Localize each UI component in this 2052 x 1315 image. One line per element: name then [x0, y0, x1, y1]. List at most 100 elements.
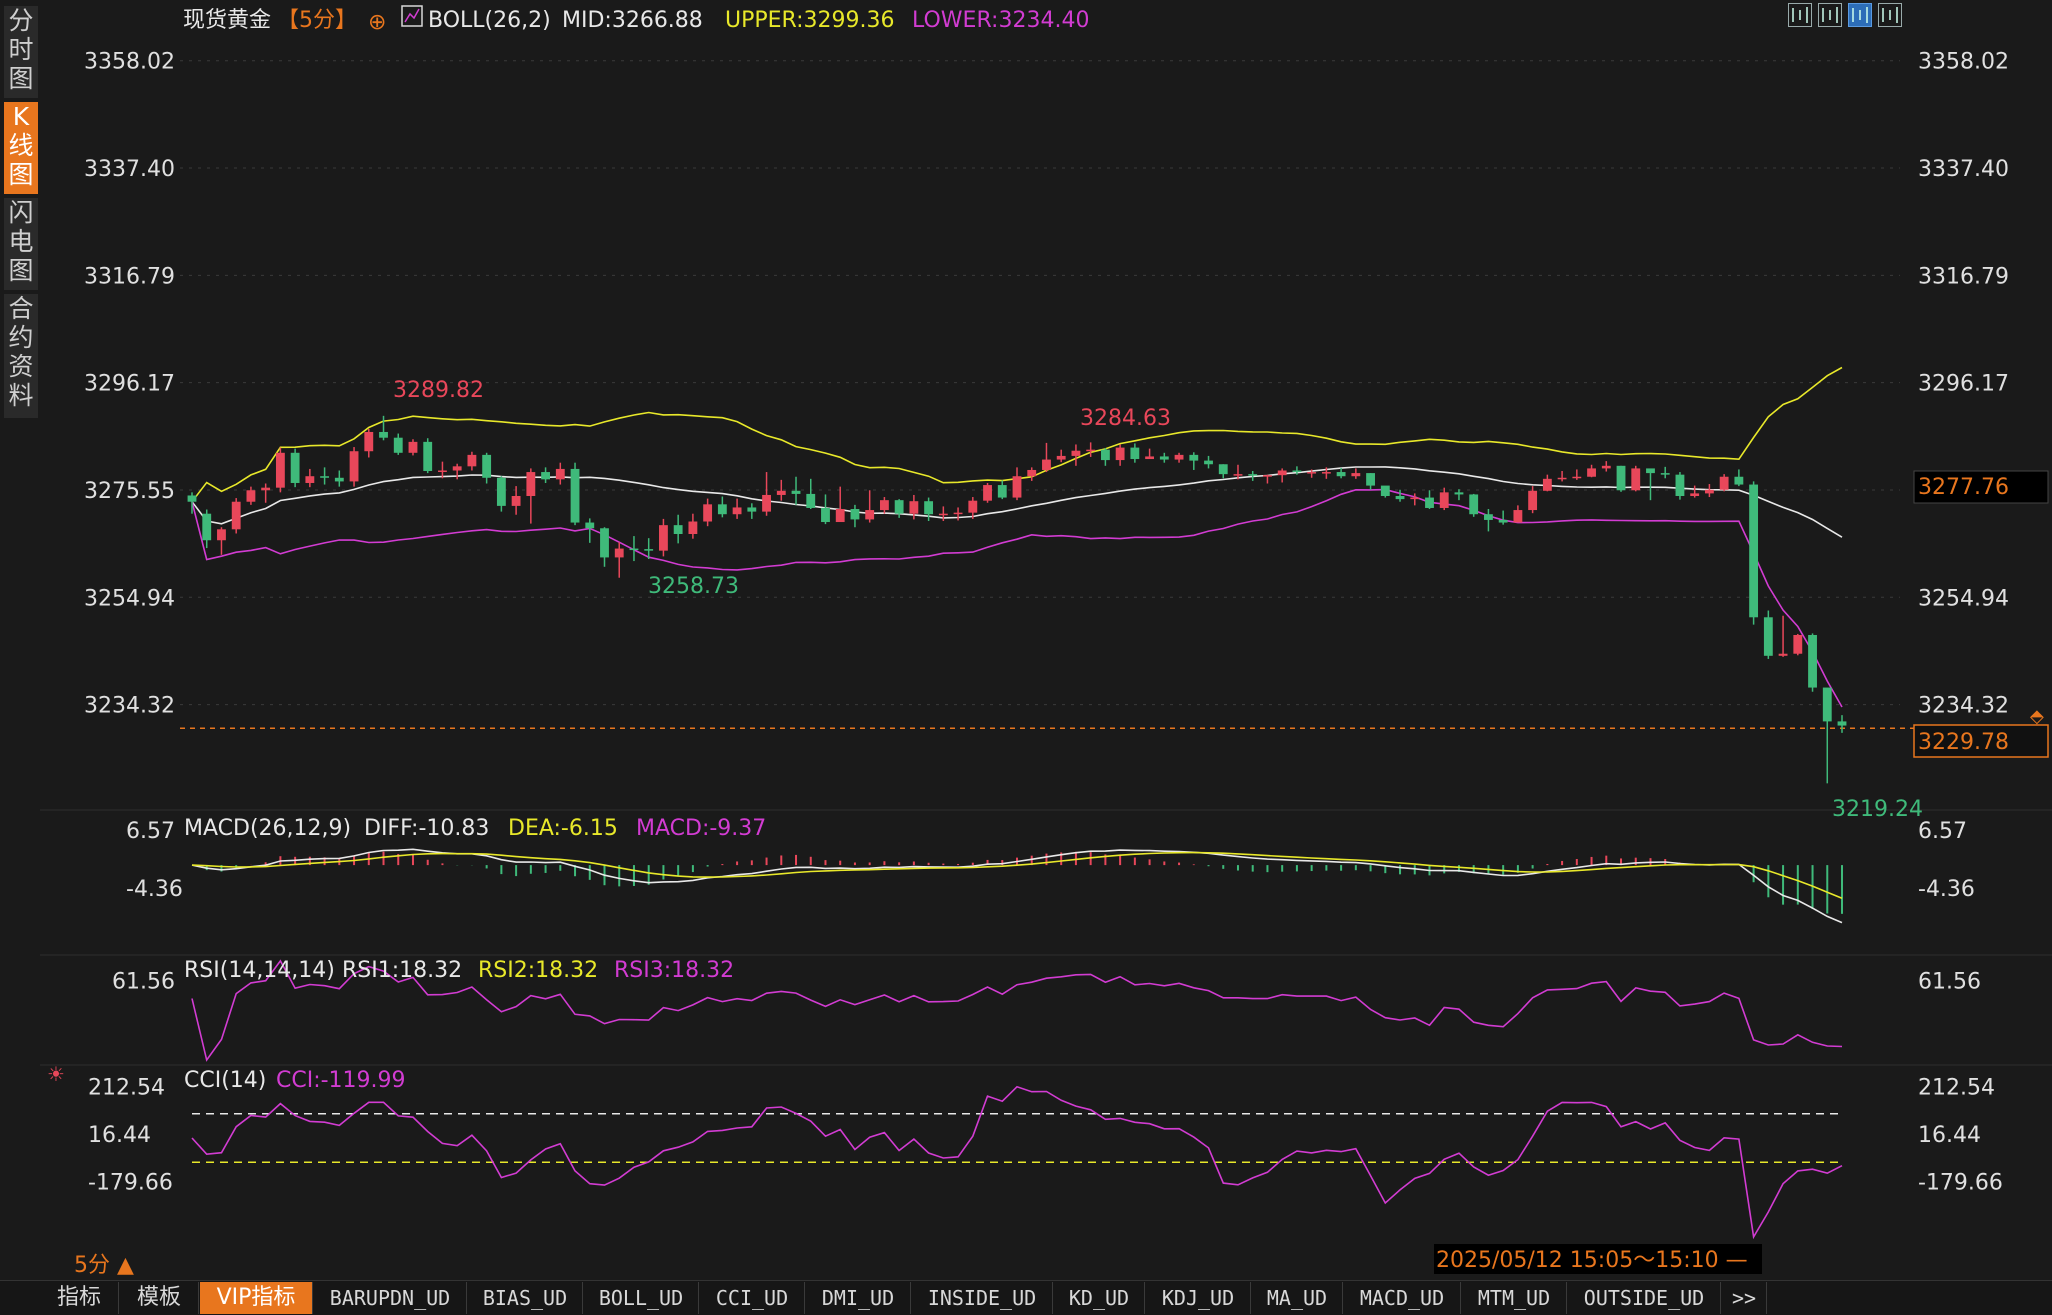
tab-indicators[interactable]: 指标	[40, 1282, 119, 1314]
candle-body	[1528, 490, 1538, 511]
candle-body	[1793, 634, 1803, 654]
candle-body	[1248, 474, 1258, 476]
tab-timeshare[interactable]: 分时图	[4, 6, 38, 98]
candle-body	[1631, 468, 1641, 491]
candle-body	[717, 504, 727, 515]
candle-body	[1218, 464, 1228, 475]
candle-body	[1366, 473, 1375, 486]
macd-diff-label: DIFF:-10.83	[364, 816, 489, 841]
candle-body	[1071, 450, 1081, 456]
candle-body	[541, 472, 550, 480]
period-indicator[interactable]: 5分 ▲	[74, 1253, 134, 1278]
candle-body	[821, 507, 830, 523]
candle-body	[526, 472, 536, 496]
tab-vip-indicators[interactable]: VIP指标	[200, 1282, 313, 1314]
tab-inside[interactable]: INSIDE_UD	[912, 1282, 1053, 1314]
candle-body	[438, 470, 447, 472]
price-axis-label-left: 3358.02	[84, 50, 175, 75]
chart-compare-icon[interactable]	[1818, 3, 1842, 27]
symbol-title: 现货黄金	[183, 8, 271, 33]
candle-body	[1572, 476, 1582, 479]
kline-chart[interactable]: 3358.02 3358.02 3337.40 3337.40 3316.79 3316.…	[0, 0, 2052, 1280]
candle-body	[1380, 485, 1390, 496]
candle-body	[1822, 687, 1832, 722]
candle-body	[1837, 721, 1847, 726]
candle-body	[1439, 492, 1449, 508]
candle-body	[938, 513, 948, 516]
candle-toggle-icon[interactable]	[1848, 3, 1872, 27]
boll-mid-label: MID:3266.88	[562, 8, 703, 33]
tab-dmi[interactable]: DMI_UD	[806, 1282, 911, 1314]
candle-body	[644, 549, 654, 551]
candle-body	[1616, 465, 1626, 491]
candle-body	[217, 529, 226, 541]
mid-price-tag: 3277.76	[1918, 475, 2009, 500]
tab-macd[interactable]: MACD_UD	[1344, 1282, 1461, 1314]
candle-body	[1351, 473, 1361, 477]
cci-axis-label-left: -179.66	[88, 1171, 173, 1196]
candle-body	[997, 485, 1007, 498]
tab-mtm[interactable]: MTM_UD	[1462, 1282, 1567, 1314]
candle-body	[1484, 514, 1493, 520]
candle-body	[290, 452, 300, 483]
candle-body	[482, 454, 492, 478]
tab-templates[interactable]: 模板	[120, 1282, 199, 1314]
tab-barupdn[interactable]: BARUPDN_UD	[314, 1282, 467, 1314]
settings-icon[interactable]: ☀	[47, 1062, 65, 1086]
candle-body	[1763, 617, 1773, 656]
candle-body	[408, 441, 418, 453]
period-label[interactable]: 【5分】	[277, 8, 357, 33]
candle-body	[305, 476, 315, 483]
candle-body	[1263, 475, 1272, 477]
candle-body	[334, 477, 344, 482]
candle-body	[585, 522, 595, 529]
candle-body	[1042, 459, 1051, 470]
candle-body	[776, 490, 786, 495]
candle-body	[423, 441, 433, 472]
candle-body	[511, 496, 521, 506]
macd-dea-label: DEA:-6.15	[508, 816, 618, 841]
candle-body	[1145, 456, 1155, 460]
candle-body	[570, 468, 580, 523]
tab-kd[interactable]: KD_UD	[1054, 1282, 1145, 1314]
candle-body	[1336, 472, 1346, 477]
cci-axis-label-right: 16.44	[1918, 1123, 1981, 1148]
tab-boll[interactable]: BOLL_UD	[584, 1282, 699, 1314]
tab-cci[interactable]: CCI_UD	[700, 1282, 805, 1314]
tab-outside[interactable]: OUTSIDE_UD	[1568, 1282, 1721, 1314]
price-axis-label-right: 3337.40	[1918, 157, 2009, 182]
candle-body	[1778, 653, 1788, 656]
candle-body	[894, 500, 904, 514]
rsi-axis-label-right: 61.56	[1918, 970, 1981, 995]
indicator-tab-bar: 指标 模板 VIP指标 BARUPDN_UD BIAS_UD BOLL_UD C…	[0, 1280, 2052, 1315]
candle-body	[1469, 494, 1479, 515]
candle-body	[1704, 489, 1714, 494]
tab-bias[interactable]: BIAS_UD	[468, 1282, 583, 1314]
tab-more[interactable]: >>	[1722, 1282, 1767, 1314]
candle-body	[1660, 473, 1670, 475]
macd-axis-label-right: -4.36	[1918, 877, 1975, 902]
add-icon[interactable]: ⊕	[368, 10, 386, 35]
price-axis-label-left: 3275.55	[84, 479, 175, 504]
candle-body	[1719, 476, 1729, 490]
candle-body	[1292, 470, 1302, 473]
tab-contract-info[interactable]: 合约资料	[4, 294, 38, 418]
candle-body	[703, 504, 713, 522]
expand-icon[interactable]	[1878, 3, 1902, 27]
candle-body	[1601, 465, 1611, 469]
tab-kline[interactable]: K线图	[4, 102, 38, 194]
price-axis-label-left: 3316.79	[84, 264, 175, 289]
candle-body	[879, 500, 889, 511]
price-axis-label-right: 3358.02	[1918, 50, 2009, 75]
candle-body	[850, 509, 860, 520]
candle-body	[688, 521, 698, 534]
candle-body	[1749, 484, 1759, 618]
grid-layout-icon[interactable]	[1788, 3, 1812, 27]
left-sidebar: 分时图 K线图 闪电图 合约资料	[0, 0, 38, 1280]
candle-body	[865, 510, 875, 520]
candle-body	[379, 431, 388, 438]
tab-ma[interactable]: MA_UD	[1252, 1282, 1343, 1314]
candle-body	[1012, 476, 1022, 498]
tab-kdj[interactable]: KDJ_UD	[1146, 1282, 1251, 1314]
tab-flash[interactable]: 闪电图	[4, 198, 38, 290]
